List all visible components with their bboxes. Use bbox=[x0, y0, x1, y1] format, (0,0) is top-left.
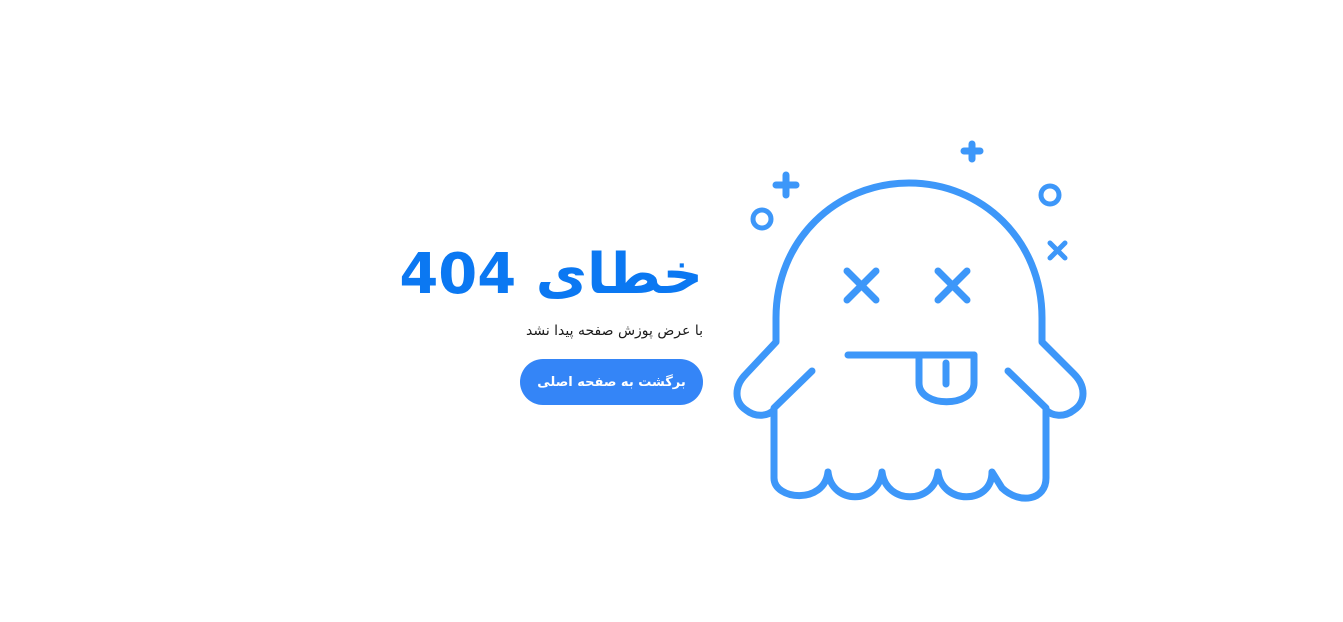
back-to-home-button[interactable]: برگشت به صفحه اصلی bbox=[520, 359, 703, 405]
ghost-body bbox=[733, 179, 1087, 502]
error-title: خطای 404 bbox=[399, 242, 703, 307]
error-text-block: خطای 404 با عرض پوزش صفحه پیدا نشد برگشت… bbox=[383, 240, 703, 405]
circle-sparkle-left-icon bbox=[750, 207, 774, 231]
circle-sparkle-right-icon bbox=[1038, 183, 1062, 207]
dead-ghost-icon bbox=[733, 140, 1087, 502]
error-page: خطای 404 با عرض پوزش صفحه پیدا نشد برگشت… bbox=[0, 0, 1343, 622]
right-arm-line bbox=[1004, 367, 1050, 412]
left-arm-line bbox=[770, 367, 816, 412]
error-message: با عرض پوزش صفحه پیدا نشد bbox=[525, 323, 703, 339]
